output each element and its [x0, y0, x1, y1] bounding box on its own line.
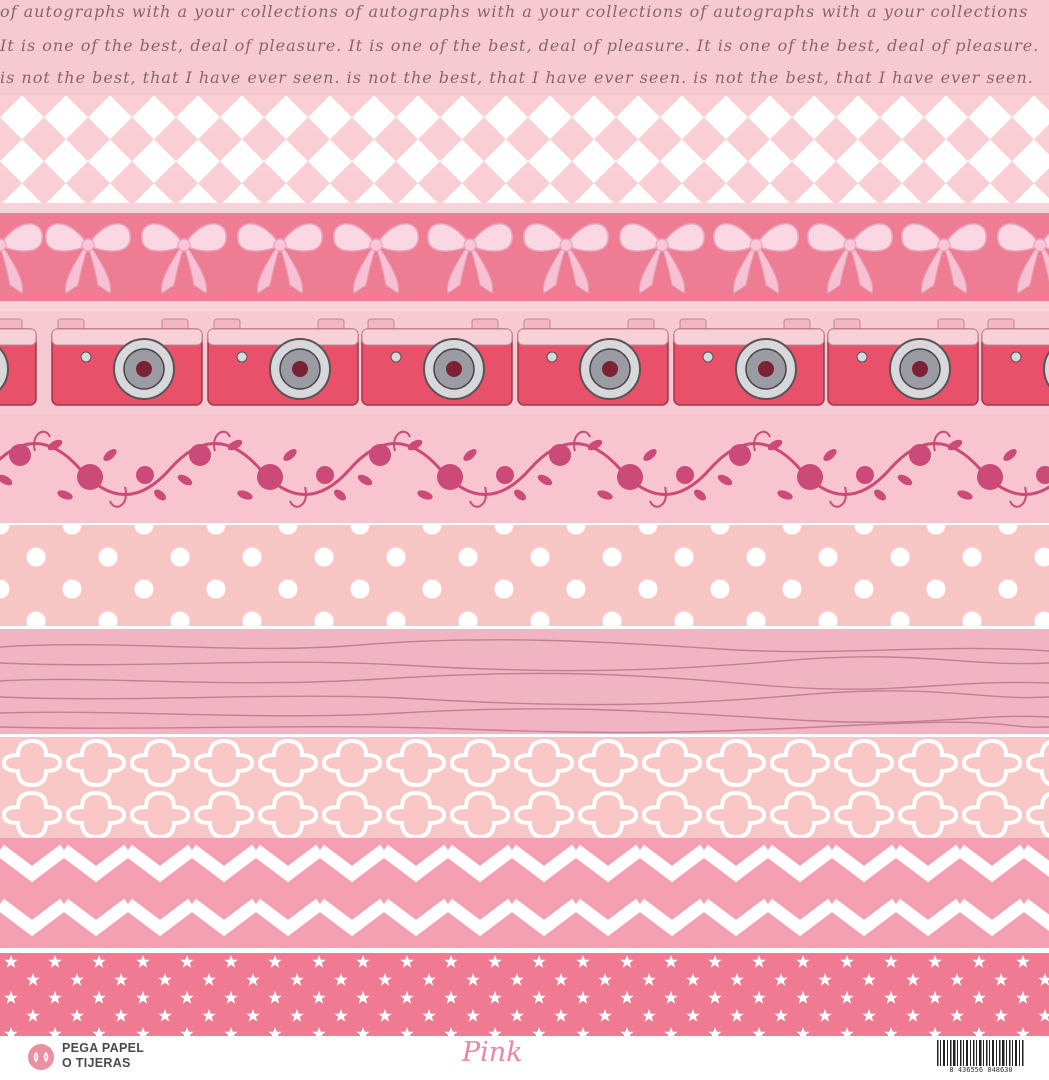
polka-dot-strip	[0, 523, 1049, 628]
footer: PEGA PAPEL O TIJERAS Pink 8 436556 04863…	[0, 1036, 1049, 1080]
collection-title: Pink	[462, 1037, 523, 1068]
script-strip: of autographs with a your collections of…	[0, 0, 1049, 95]
moroccan-pattern	[0, 737, 1049, 841]
cameras-pattern	[0, 318, 1049, 406]
camera-row	[0, 318, 1049, 406]
chevron-strip	[0, 838, 1049, 948]
chevron-pattern	[0, 838, 1049, 948]
brand-line-2: O TIJERAS	[62, 1056, 131, 1070]
rose-vine-pattern	[0, 430, 1049, 509]
bows-strip	[0, 203, 1049, 311]
logo-icon	[28, 1044, 54, 1070]
gingham-strip	[0, 95, 1049, 203]
moroccan-strip	[0, 734, 1049, 841]
script-line-1: of autographs with a your collections of…	[0, 2, 1029, 21]
wood-grain-pattern	[0, 639, 1049, 734]
stars-strip	[0, 948, 1049, 1041]
bow-row	[0, 223, 1049, 294]
cameras-strip	[0, 311, 1049, 415]
bows-pattern	[0, 223, 1049, 294]
script-line-2: It is one of the best, deal of pleasure.…	[0, 36, 1040, 55]
wood-grain-strip	[0, 626, 1049, 737]
barcode-icon	[937, 1040, 1024, 1066]
script-line-3: is not the best, that I have ever seen. …	[0, 68, 1034, 87]
barcode-number: 8 436556 048630	[949, 1066, 1013, 1074]
stars-pattern	[0, 953, 1049, 1041]
brand-name: PEGA PAPEL O TIJERAS	[62, 1041, 144, 1071]
roses-strip	[0, 415, 1049, 523]
vine-row	[0, 430, 1049, 509]
brand-line-1: PEGA PAPEL	[62, 1041, 145, 1055]
